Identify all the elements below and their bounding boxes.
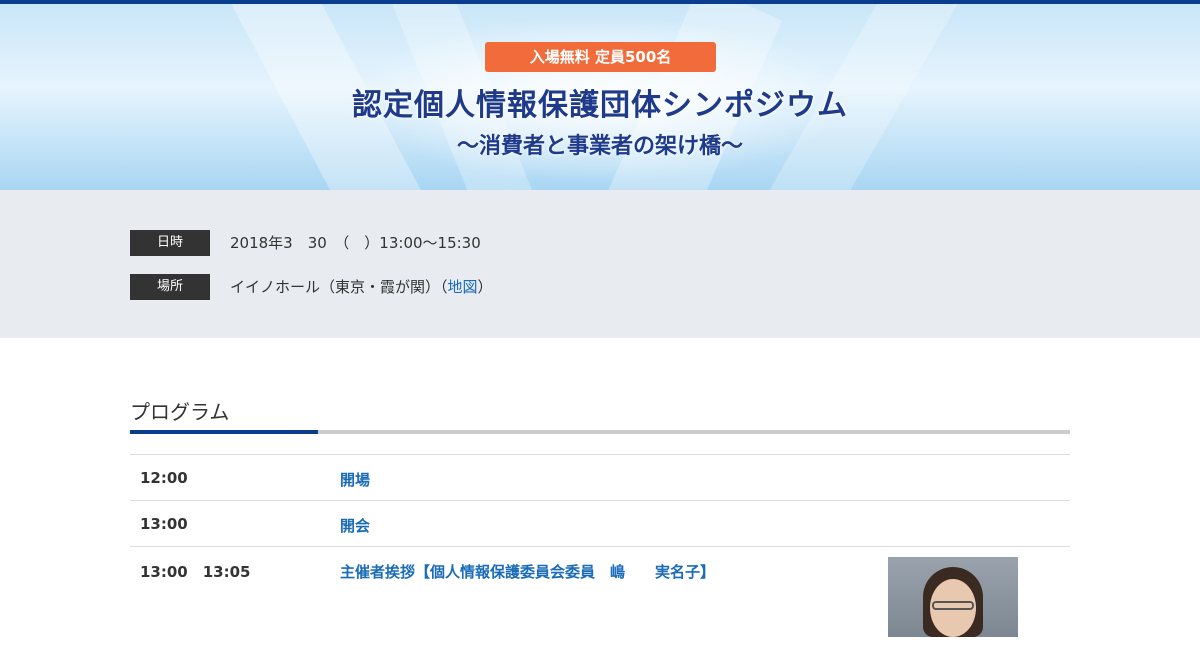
event-title: 認定個人情報保護団体シンポジウム [352, 88, 848, 123]
map-link[interactable]: 地図 [448, 278, 478, 296]
place-value: イイノホール（東京・霞が関）（地図） [230, 274, 493, 300]
table-row: 12:00 開場 [130, 454, 1070, 500]
date-label: 日時 [130, 230, 210, 256]
program-heading: プログラム [130, 400, 230, 424]
program-heading-underline [130, 430, 1070, 434]
table-row: 13:00 開会 [130, 500, 1070, 546]
program-time: 13:00 [140, 515, 188, 533]
program-table: 12:00 開場 13:00 開会 13:00 13:05 主催者挨拶【個人情報… [130, 454, 1070, 667]
place-close: ） [477, 278, 493, 296]
program-heading-accent [130, 430, 318, 434]
date-value: 2018年3 30 （ ）13:00〜15:30 [230, 234, 481, 252]
program-item[interactable]: 開場 [340, 469, 370, 490]
program-item[interactable]: 開会 [340, 515, 370, 536]
photo-glasses [932, 601, 974, 610]
program-time: 12:00 [140, 469, 188, 487]
program-time: 13:00 13:05 [140, 563, 251, 581]
place-label: 場所 [130, 274, 210, 300]
event-info-panel: 日時 2018年3 30 （ ）13:00〜15:30 場所 イイノホール（東京… [0, 190, 1200, 338]
table-row: 13:00 13:05 主催者挨拶【個人情報保護委員会委員 嶋 実名子】 [130, 546, 1070, 667]
hero-banner: 入場無料 定員500名 認定個人情報保護団体シンポジウム 〜消費者と事業者の架け… [0, 4, 1200, 190]
speaker-photo [888, 557, 1018, 637]
event-subtitle: 〜消費者と事業者の架け橋〜 [456, 134, 743, 159]
admission-badge: 入場無料 定員500名 [485, 42, 716, 72]
place-text: イイノホール（東京・霞が関）（ [230, 278, 448, 296]
program-item[interactable]: 主催者挨拶【個人情報保護委員会委員 嶋 実名子】 [340, 561, 715, 582]
